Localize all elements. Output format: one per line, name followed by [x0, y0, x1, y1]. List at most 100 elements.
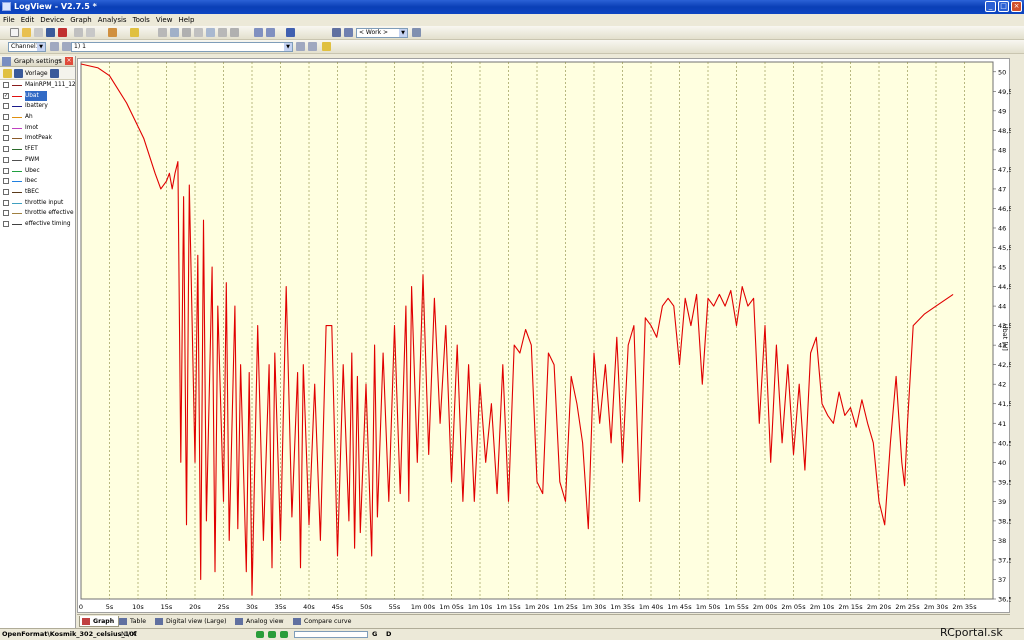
menu-help[interactable]: Help	[175, 14, 197, 26]
channel-item[interactable]: ImotPeak	[0, 133, 75, 144]
channel-checkbox[interactable]	[3, 124, 9, 131]
tab-compare-curve[interactable]: Compare curve	[291, 616, 355, 627]
file-select-value: 1) 1	[74, 43, 86, 50]
tab-analog-view[interactable]: Analog view	[233, 616, 288, 627]
tab-table[interactable]: Table	[117, 616, 150, 627]
zoom-in-icon[interactable]	[254, 28, 263, 37]
channel-checkbox[interactable]	[3, 178, 9, 185]
channel-checkbox[interactable]	[3, 188, 9, 195]
y-tick-label: 46	[998, 224, 1006, 232]
channel-checkbox[interactable]	[3, 82, 9, 88]
channel-checkbox[interactable]	[3, 167, 9, 174]
channel-checkbox[interactable]	[3, 135, 9, 142]
channel-checkbox[interactable]	[3, 146, 9, 153]
folder-icon[interactable]	[322, 42, 331, 51]
y-tick-label: 40,5	[998, 439, 1011, 447]
close-button[interactable]: ×	[1011, 1, 1022, 12]
tab-digital-view[interactable]: Digital view (Large)	[153, 616, 231, 627]
channel-item[interactable]: effective timing	[0, 219, 75, 230]
save-icon[interactable]	[14, 69, 23, 78]
file-select[interactable]: 1) 1 ▼	[71, 42, 293, 52]
previous-icon[interactable]	[50, 42, 59, 51]
close-icon[interactable]: ×	[65, 57, 73, 65]
tab-graph[interactable]: Graph	[79, 616, 120, 627]
channel-checkbox[interactable]	[3, 103, 9, 110]
menu-device[interactable]: Device	[37, 14, 67, 26]
new-file-icon[interactable]	[10, 28, 19, 37]
cursor-icon[interactable]	[158, 28, 167, 37]
graph-area[interactable]: 0 5s 10s 15s 20s 25s 30s 35s 40s 45s 50s 55s 1m 00s 1…	[77, 58, 1012, 614]
menu-analysis[interactable]: Analysis	[95, 14, 130, 26]
channel-checkbox[interactable]	[3, 220, 9, 227]
x-tick-label: 2m 05s	[781, 603, 806, 611]
channel-item[interactable]: Ubec	[0, 166, 75, 177]
channel-select-value: Channel1	[11, 43, 40, 50]
channel-item[interactable]: Ibattery	[0, 101, 75, 112]
profile-icon[interactable]	[332, 28, 341, 37]
tool-icon[interactable]	[74, 28, 83, 37]
y-tick-label: 39	[998, 498, 1006, 506]
y-tick-label: 44,5	[998, 283, 1011, 291]
channel-item[interactable]: throttle input	[0, 198, 75, 209]
import-icon[interactable]	[130, 28, 139, 37]
save-icon[interactable]	[46, 28, 55, 37]
pin-icon[interactable]: ⊸	[56, 57, 63, 65]
device-icon[interactable]	[108, 28, 117, 37]
menu-view[interactable]: View	[153, 14, 176, 26]
marker-icon[interactable]	[218, 28, 227, 37]
channel-checkbox[interactable]	[3, 114, 9, 121]
channel-select[interactable]: Channel1 ▼	[8, 42, 46, 52]
x-tick-label: 30s	[246, 603, 258, 611]
previous-file-icon[interactable]	[296, 42, 305, 51]
channel-checkbox[interactable]: ✓	[3, 92, 9, 99]
channel-checkbox[interactable]	[3, 156, 9, 163]
channel-item[interactable]: ✓ Ubat	[0, 90, 75, 102]
maximize-button[interactable]: □	[998, 1, 1009, 12]
channel-item[interactable]: Ah	[0, 112, 75, 123]
save-disabled-icon[interactable]	[34, 28, 43, 37]
menu-file[interactable]: File	[0, 14, 18, 26]
channel-item[interactable]: Imot	[0, 123, 75, 134]
chevron-down-icon: ▼	[284, 43, 292, 51]
measure-icon[interactable]	[230, 28, 239, 37]
profile-edit-icon[interactable]	[344, 28, 353, 37]
print-icon[interactable]	[86, 28, 95, 37]
channel-item[interactable]: tBEC	[0, 187, 75, 198]
channel-item[interactable]: PWM	[0, 155, 75, 166]
channel-name: throttle input	[25, 199, 64, 206]
delete-icon[interactable]	[58, 28, 67, 37]
fit-icon[interactable]	[194, 28, 203, 37]
y-tick-label: 37,5	[998, 556, 1011, 564]
connection-lamp-icon	[280, 631, 288, 638]
channel-item[interactable]: MainRPM_111_12	[0, 80, 76, 91]
x-tick-label: 20s	[189, 603, 201, 611]
app-icon	[2, 2, 11, 11]
profile-save-icon[interactable]	[412, 28, 421, 37]
pan-icon[interactable]	[182, 28, 191, 37]
next-file-icon[interactable]	[308, 42, 317, 51]
menu-tools[interactable]: Tools	[130, 14, 153, 26]
channel-color-swatch	[12, 170, 22, 172]
x-tick-label: 1m 20s	[525, 603, 550, 611]
channel-checkbox[interactable]	[3, 210, 9, 217]
next-icon[interactable]	[62, 42, 71, 51]
zoom-box-icon[interactable]	[170, 28, 179, 37]
zoom-out-icon[interactable]	[266, 28, 275, 37]
profile-select[interactable]: < Work > ▼	[356, 28, 408, 38]
menu-graph[interactable]: Graph	[67, 14, 94, 26]
ubat-chart[interactable]: 0 5s 10s 15s 20s 25s 30s 35s 40s 45s 50s 55s 1m 00s 1…	[78, 59, 1012, 614]
grid-icon[interactable]	[206, 28, 215, 37]
save-template-icon[interactable]	[50, 69, 59, 78]
menu-edit[interactable]: Edit	[18, 14, 38, 26]
menu-bar: File Edit Device Graph Analysis Tools Vi…	[0, 14, 1024, 26]
help-icon[interactable]	[286, 28, 295, 37]
open-folder-icon[interactable]	[22, 28, 31, 37]
minimize-button[interactable]: _	[985, 1, 996, 12]
open-folder-icon[interactable]	[3, 69, 12, 78]
channel-item[interactable]: tFET	[0, 144, 75, 155]
channel-item[interactable]: Ibec	[0, 176, 75, 187]
template-toolbar: Vorlage	[0, 67, 75, 80]
x-tick-label: 1m 10s	[468, 603, 493, 611]
channel-item[interactable]: throttle effective	[0, 208, 75, 219]
channel-checkbox[interactable]	[3, 199, 9, 206]
